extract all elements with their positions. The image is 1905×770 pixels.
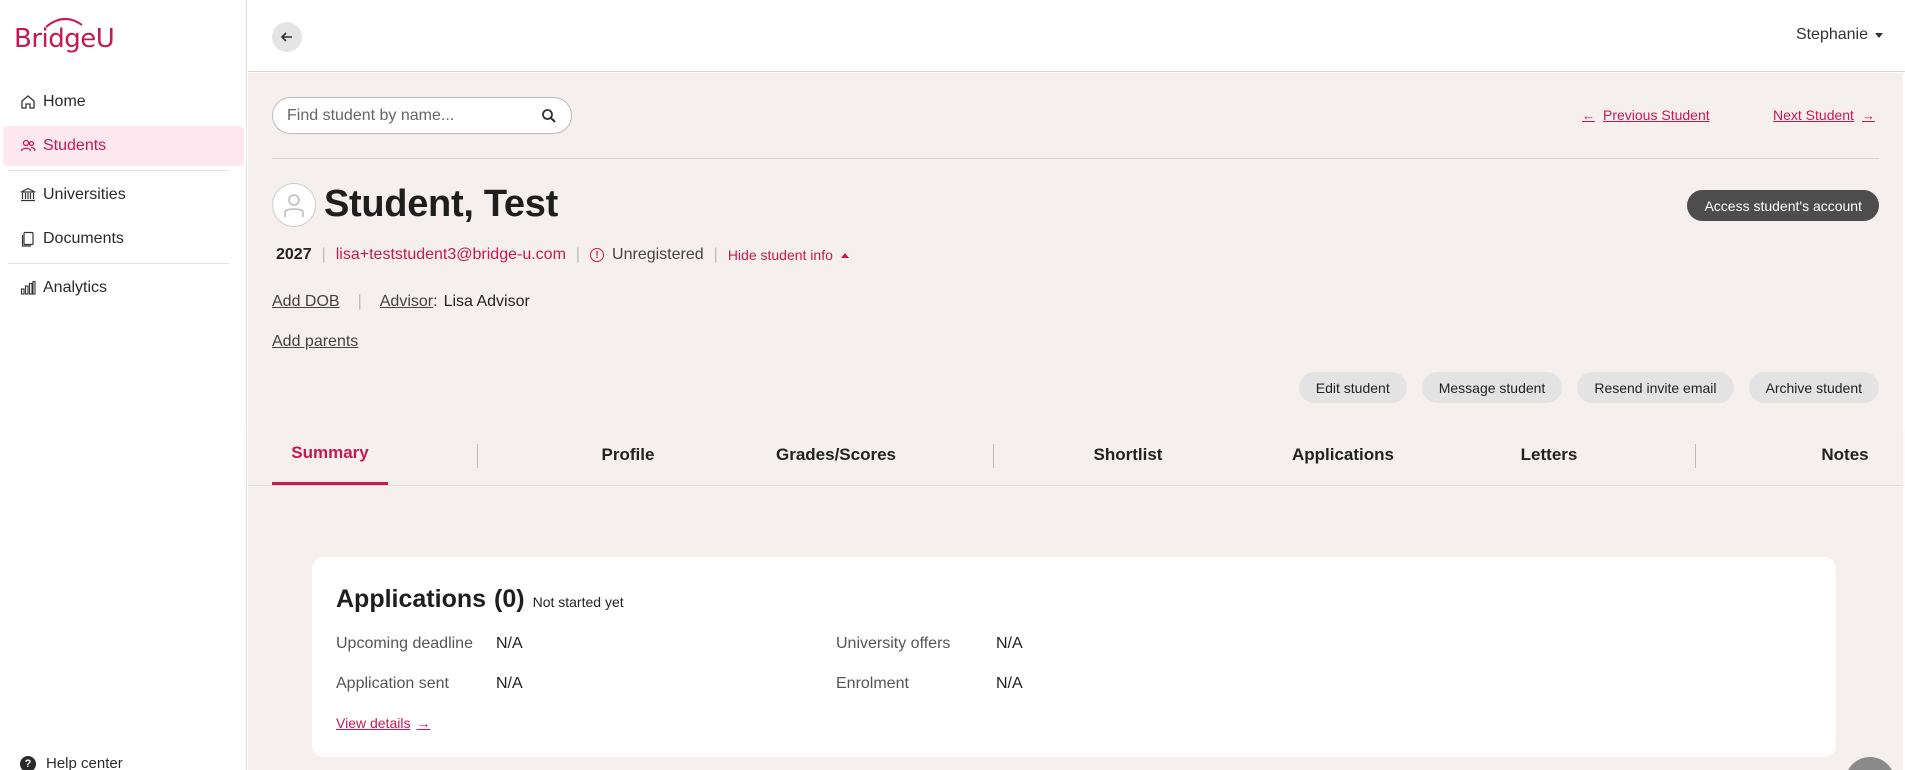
add-dob-link[interactable]: Add DOB (272, 293, 340, 311)
tab-profile[interactable]: Profile (568, 424, 688, 485)
sidebar-item-label: Universities (43, 186, 126, 203)
tab-shortlist[interactable]: Shortlist (1068, 424, 1188, 485)
add-parents-link[interactable]: Add parents (272, 333, 358, 350)
hide-student-info-toggle[interactable]: Hide student info (728, 247, 849, 263)
top-header: Stephanie (248, 0, 1905, 72)
arrow-left-icon (280, 32, 292, 42)
sidebar-item-students[interactable]: Students (3, 126, 244, 166)
registration-status: Unregistered (612, 246, 704, 263)
sidebar-item-analytics[interactable]: Analytics (3, 268, 244, 308)
tab-letters[interactable]: Letters (1494, 424, 1604, 485)
tab-notes[interactable]: Notes (1800, 424, 1890, 485)
add-parents-row: Add parents (272, 333, 358, 351)
application-sent-label: Application sent (336, 675, 449, 692)
document-icon (19, 230, 37, 248)
user-menu[interactable]: Stephanie (1796, 26, 1883, 44)
student-search (272, 97, 572, 134)
applications-status: Not started yet (532, 594, 624, 610)
student-info-row: 2027 | lisa+teststudent3@bridge-u.com | … (276, 243, 849, 267)
arrow-right-icon: → (416, 715, 431, 731)
enrolment-value: N/A (996, 675, 1023, 692)
help-center-link[interactable]: ? Help center (20, 755, 123, 770)
applications-heading: Applications (336, 585, 487, 613)
user-name: Stephanie (1795, 26, 1868, 43)
tab-separator (993, 444, 994, 468)
back-button[interactable] (272, 22, 302, 52)
next-student-link[interactable]: Next Student → (1773, 107, 1883, 123)
tab-summary[interactable]: Summary (272, 424, 388, 485)
message-student-button[interactable]: Message student (1421, 372, 1563, 403)
bridgeu-logo[interactable]: BridgeU (14, 18, 115, 54)
summary-content: Applications (0) Not started yet Upcomin… (248, 487, 1903, 770)
sidebar-item-label: Students (43, 137, 107, 154)
sidebar-item-label: Analytics (43, 279, 108, 296)
next-student-label: Next Student (1773, 107, 1854, 123)
previous-student-label: Previous Student (1603, 107, 1710, 123)
view-details-link[interactable]: View details → (336, 715, 430, 731)
archive-student-button[interactable]: Archive student (1748, 372, 1879, 403)
header-divider (272, 158, 1879, 159)
view-details-label: View details (336, 715, 411, 731)
separator: | (357, 293, 362, 310)
tab-grades-scores[interactable]: Grades/Scores (761, 424, 911, 485)
applications-card: Applications (0) Not started yet Upcomin… (312, 557, 1836, 757)
application-sent-value: N/A (496, 675, 523, 692)
sidebar-divider (8, 263, 229, 264)
separator: | (575, 246, 581, 263)
arrow-right-icon: → (1861, 107, 1875, 123)
upcoming-deadline-label: Upcoming deadline (336, 635, 473, 652)
hide-student-info-label: Hide student info (727, 247, 833, 263)
users-icon (19, 137, 37, 155)
tab-separator (1695, 444, 1696, 468)
student-actions: Edit student Message student Resend invi… (1298, 372, 1879, 403)
chart-icon (19, 279, 37, 297)
resend-invite-button[interactable]: Resend invite email (1577, 372, 1734, 403)
enrolment-label: Enrolment (836, 675, 909, 692)
sidebar: BridgeU Home Students Universities Docum… (0, 0, 247, 770)
sidebar-item-home[interactable]: Home (3, 82, 244, 122)
tab-separator (477, 444, 478, 468)
sidebar-item-universities[interactable]: Universities (3, 175, 244, 215)
university-offers-value: N/A (996, 635, 1023, 652)
info-warning-icon: ! (590, 248, 605, 262)
search-input[interactable] (287, 106, 541, 125)
sidebar-item-label: Documents (43, 230, 124, 247)
tab-applications[interactable]: Applications (1273, 424, 1413, 485)
caret-up-icon (840, 252, 849, 258)
help-center-label: Help center (46, 755, 123, 770)
arrow-left-icon: ← (1582, 107, 1595, 123)
student-name: Student, Test (324, 183, 558, 225)
student-tabs: Summary Profile Grades/Scores Shortlist … (248, 424, 1903, 486)
graduation-year: 2027 (276, 246, 312, 263)
applications-count: (0) (494, 585, 525, 613)
home-icon (19, 93, 37, 111)
user-avatar-icon (284, 194, 304, 217)
logo-arc-icon (45, 18, 83, 28)
access-student-account-button[interactable]: Access student's account (1687, 190, 1879, 221)
avatar (272, 183, 316, 227)
applications-card-title: Applications (0) Not started yet (336, 585, 624, 614)
advisor-link[interactable]: Advisor (380, 293, 433, 311)
advisor-name: Lisa Advisor (443, 293, 530, 310)
separator: | (321, 246, 326, 263)
university-icon (19, 186, 37, 204)
upcoming-deadline-value: N/A (496, 635, 523, 652)
help-icon: ? (20, 755, 36, 770)
caret-down-icon (1875, 32, 1883, 38)
search-icon[interactable] (541, 108, 557, 124)
student-email[interactable]: lisa+teststudent3@bridge-u.com (336, 246, 566, 264)
logo-text: BridgeU (14, 24, 115, 54)
advisor-colon: : (433, 293, 438, 310)
university-offers-label: University offers (836, 635, 951, 652)
sidebar-item-label: Home (43, 93, 86, 110)
edit-student-button[interactable]: Edit student (1298, 372, 1407, 403)
separator: | (713, 246, 718, 263)
sidebar-divider (8, 170, 229, 171)
previous-student-link[interactable]: ← Previous Student (1574, 107, 1710, 123)
sidebar-nav: Home Students Universities Documents Ana… (0, 78, 247, 312)
dob-advisor-row: Add DOB | Advisor: Lisa Advisor (272, 293, 530, 311)
sidebar-item-documents[interactable]: Documents (3, 219, 244, 259)
